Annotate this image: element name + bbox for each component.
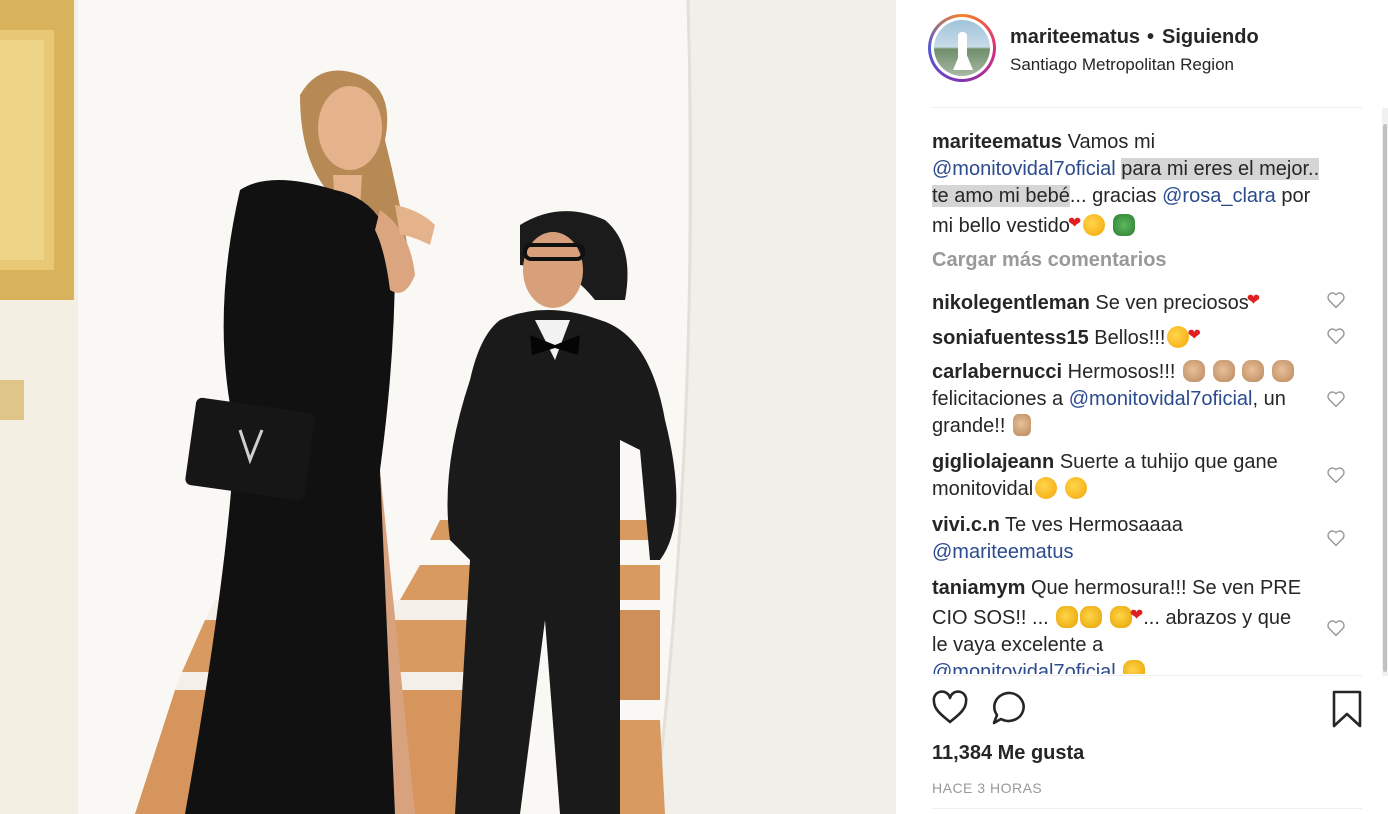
comment-username[interactable]: soniafuentess15 bbox=[932, 327, 1089, 349]
like-comment-heart-icon[interactable] bbox=[1326, 390, 1346, 408]
clover-emoji-icon bbox=[1112, 214, 1135, 236]
post-timestamp[interactable]: HACE 3 HORAS bbox=[932, 780, 1042, 796]
post-username[interactable]: mariteematus bbox=[1010, 26, 1140, 49]
comments-list[interactable]: mariteematus Vamos mi @monitovidal7ofici… bbox=[932, 126, 1352, 674]
caption-highlight: para mi eres el mejor.. bbox=[1121, 158, 1320, 180]
caption: mariteematus Vamos mi @monitovidal7ofici… bbox=[932, 129, 1322, 240]
comment-text: Te ves Hermosaaaa bbox=[1005, 514, 1183, 536]
heart-emoji-icon: ❤ bbox=[1187, 327, 1201, 344]
likes-count[interactable]: 11,384 Me gusta bbox=[932, 742, 1084, 765]
speech-bubble-icon[interactable] bbox=[991, 690, 1029, 726]
post-photo[interactable] bbox=[0, 0, 896, 814]
bottom-divider bbox=[932, 808, 1362, 809]
scrollbar-thumb[interactable] bbox=[1383, 124, 1387, 672]
like-comment-heart-icon[interactable] bbox=[1326, 619, 1346, 637]
avatar-image bbox=[934, 20, 990, 76]
comment-username[interactable]: nikolegentleman bbox=[932, 292, 1090, 314]
comment-text: grande!! bbox=[932, 415, 1006, 437]
location-link[interactable]: Santiago Metropolitan Region bbox=[1010, 55, 1234, 75]
like-comment-heart-icon[interactable] bbox=[1326, 529, 1346, 547]
kiss-emoji-icon bbox=[1035, 477, 1058, 499]
comment-text: , un bbox=[1252, 388, 1286, 410]
avatar-dress bbox=[953, 46, 973, 70]
comment-username[interactable]: taniamym bbox=[932, 577, 1025, 599]
heart-outline-icon[interactable] bbox=[931, 690, 969, 726]
caption-username[interactable]: mariteematus bbox=[932, 131, 1062, 153]
mention-link[interactable]: @rosa_clara bbox=[1162, 185, 1276, 207]
comment-item: soniafuentess15 Bellos!!! ❤ bbox=[932, 322, 1322, 352]
comment-item: carlabernucci Hermosos!!! felicitaciones… bbox=[932, 359, 1322, 440]
photo-illustration bbox=[0, 0, 896, 814]
separator-dot: • bbox=[1147, 26, 1155, 48]
comment-username[interactable]: carlabernucci bbox=[932, 361, 1062, 383]
clap-emoji-icon bbox=[1212, 360, 1235, 382]
comment-text: CIO SOS!! ... bbox=[932, 607, 1049, 629]
comment-item: vivi.c.n Te ves Hermosaaaa @mariteematus bbox=[932, 512, 1322, 566]
comment-text: Se ven preciosos bbox=[1095, 292, 1249, 314]
mention-link[interactable]: @monitovidal7oficial bbox=[1069, 388, 1253, 410]
comment-item: taniamym Que hermosura!!! Se ven PRE CIO… bbox=[932, 575, 1322, 674]
heart-eyes-emoji-icon bbox=[1167, 326, 1190, 348]
caption-text: ... gracias bbox=[1069, 185, 1157, 207]
comment-item: gigliolajeann Suerte a tuhijo que gane m… bbox=[932, 449, 1322, 503]
caption-text: mi bello vestido bbox=[932, 215, 1070, 237]
clap-emoji-icon bbox=[1242, 360, 1265, 382]
clap-emoji-icon bbox=[1056, 606, 1079, 628]
caption-highlight: te amo mi bebé bbox=[932, 185, 1070, 207]
avatar[interactable] bbox=[931, 17, 993, 79]
caption-text: por bbox=[1281, 185, 1311, 207]
kiss-emoji-icon bbox=[1083, 214, 1106, 236]
clap-emoji-icon bbox=[1109, 606, 1132, 628]
caption-text: Vamos mi bbox=[1067, 131, 1156, 153]
bookmark-icon[interactable] bbox=[1330, 689, 1364, 729]
heart-emoji-icon: ❤ bbox=[1246, 292, 1261, 309]
clap-emoji-icon bbox=[1271, 360, 1294, 382]
kiss-emoji-icon bbox=[1064, 477, 1087, 499]
comment-text: ... abrazos y que bbox=[1143, 607, 1292, 629]
comment-text: Que hermosura!!! Se ven PRE bbox=[1030, 577, 1302, 599]
comment-text: felicitaciones a bbox=[932, 388, 1064, 410]
clap-emoji-icon bbox=[1080, 606, 1103, 628]
mention-link[interactable]: @mariteematus bbox=[932, 541, 1073, 563]
header-divider bbox=[932, 107, 1362, 108]
comment-text: Bellos!!! bbox=[1094, 327, 1166, 349]
mention-link[interactable]: @monitovidal7oficial bbox=[932, 661, 1116, 674]
comment-text: monitovidal bbox=[932, 478, 1034, 500]
clap-emoji-icon bbox=[1183, 360, 1206, 382]
like-comment-heart-icon[interactable] bbox=[1326, 327, 1346, 345]
comment-text: Hermosos!!! bbox=[1067, 361, 1176, 383]
comment-text: Suerte a tuhijo que gane bbox=[1059, 451, 1278, 473]
comment-item: nikolegentleman Se ven preciosos❤ bbox=[932, 287, 1322, 317]
following-button[interactable]: Siguiendo bbox=[1162, 26, 1259, 49]
actions-divider bbox=[932, 675, 1362, 676]
mention-link[interactable]: @monitovidal7oficial bbox=[932, 158, 1116, 180]
flexed-biceps-emoji-icon bbox=[1123, 660, 1146, 674]
heart-emoji-icon: ❤ bbox=[1129, 607, 1144, 624]
instagram-post: mariteematus • Siguiendo Santiago Metrop… bbox=[0, 0, 1388, 814]
comment-username[interactable]: gigliolajeann bbox=[932, 451, 1054, 473]
like-comment-heart-icon[interactable] bbox=[1326, 466, 1346, 484]
load-more-comments-button[interactable]: Cargar más comentarios bbox=[932, 249, 1167, 272]
like-comment-heart-icon[interactable] bbox=[1326, 291, 1346, 309]
comment-username[interactable]: vivi.c.n bbox=[932, 514, 1000, 536]
fist-emoji-icon bbox=[1012, 414, 1031, 436]
comment-text: le vaya excelente a bbox=[932, 634, 1104, 656]
heart-emoji-icon: ❤ bbox=[1067, 215, 1082, 232]
